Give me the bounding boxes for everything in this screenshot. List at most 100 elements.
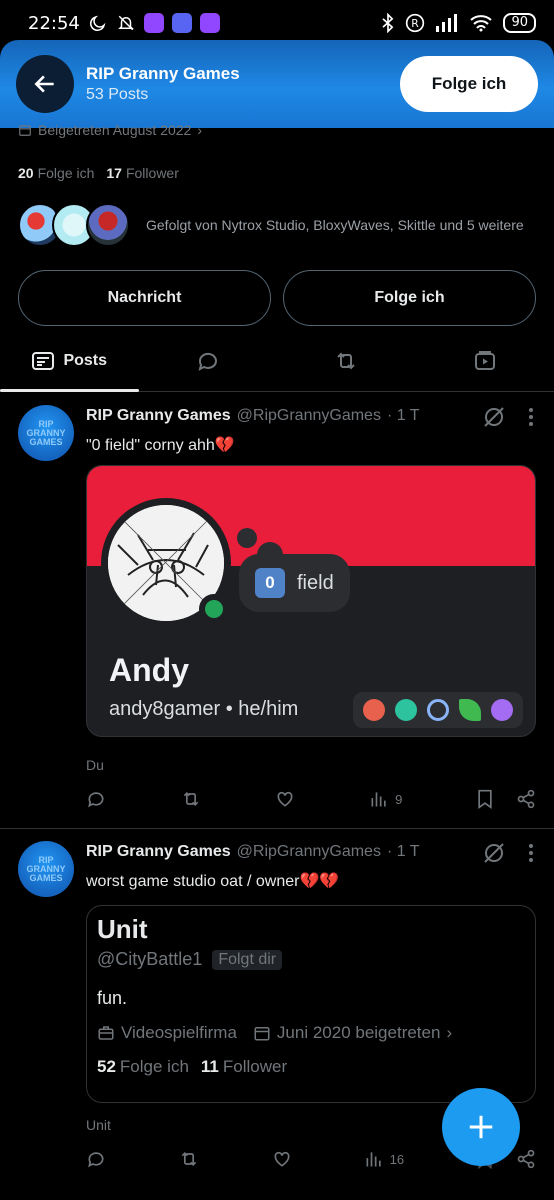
card-meta: Videospielfirma Juni 2020 beigetreten › (97, 1023, 525, 1043)
bluetooth-icon (381, 13, 395, 33)
post-text: worst game studio oat / owner💔💔 (86, 873, 340, 890)
discord-icon (171, 13, 192, 33)
battery-level: 90 (503, 13, 536, 33)
custom-status: 0 field (239, 554, 350, 612)
post[interactable]: RIP GRANNY GAMES RIP Granny Games @RipGr… (0, 393, 554, 829)
post-header: RIP Granny Games @RipGrannyGames · 1 T (86, 407, 420, 425)
header-follow-button[interactable]: Folge ich (400, 56, 538, 112)
badge-row (353, 692, 523, 728)
avatar (86, 203, 130, 247)
back-button[interactable] (16, 55, 74, 113)
views-icon (371, 792, 386, 807)
media-icon (474, 350, 495, 370)
header-title: RIP Granny Games (86, 64, 240, 83)
more-options-icon[interactable] (528, 407, 534, 427)
profile-actions: Nachricht Folge ich (18, 270, 536, 326)
plus-icon (469, 1115, 493, 1139)
username-pronouns: andy8gamer • he/him (109, 698, 299, 720)
follows-you-badge: Folgt dir (212, 949, 283, 970)
wifi-icon (469, 14, 493, 32)
post-author-avatar[interactable]: RIP GRANNY GAMES (18, 405, 74, 461)
followers-stat[interactable]: 17 Follower (106, 165, 178, 181)
profile-stats: 20 Folge ich 17 Follower (18, 165, 179, 181)
post-author-name[interactable]: RIP Granny Games (86, 407, 231, 425)
repost-button[interactable] (178, 1149, 200, 1169)
card-bio: fun. (97, 988, 128, 1008)
grok-icon[interactable] (482, 405, 506, 429)
follow-button[interactable]: Folge ich (283, 270, 536, 326)
grok-icon[interactable] (482, 841, 506, 865)
joined-text: Beigetreten August 2022 (38, 122, 192, 138)
briefcase-icon (98, 1026, 114, 1040)
post-author-avatar[interactable]: RIP GRANNY GAMES (18, 841, 74, 897)
chevron-right-icon: › (197, 122, 203, 138)
twitch-icon (143, 13, 164, 33)
more-options-icon[interactable] (528, 843, 534, 863)
tab-replies[interactable] (139, 330, 278, 391)
posts-icon (32, 351, 55, 370)
hashtag-badge-icon (395, 699, 417, 721)
tab-label: Posts (63, 351, 108, 369)
hypesquad-badge-icon (363, 699, 385, 721)
tab-media[interactable] (416, 330, 554, 391)
views-button[interactable]: 16 (364, 1149, 404, 1169)
embedded-profile-card[interactable]: Unit @CityBattle1 Folgt dir fun. Videosp… (86, 905, 536, 1103)
views-count: 9 (395, 791, 403, 807)
post-time: · 1 T (386, 407, 420, 424)
post-time: · 1 T (386, 843, 420, 860)
post-caption: Unit (86, 1117, 111, 1133)
followed-by-text: Gefolgt von Nytrox Studio, BloxyWaves, S… (146, 217, 524, 233)
share-icon[interactable] (516, 1149, 536, 1169)
views-count: 16 (389, 1151, 405, 1167)
svg-text:R: R (412, 17, 420, 30)
views-icon (366, 1152, 381, 1167)
followed-by-row[interactable]: Gefolgt von Nytrox Studio, BloxyWaves, S… (18, 203, 524, 247)
keycap-zero-icon: 0 (255, 568, 285, 598)
reply-icon (198, 352, 217, 371)
like-button[interactable] (275, 789, 295, 809)
joined-date: Beigetreten August 2022 › (18, 122, 202, 138)
profile-header: RIP Granny Games 53 Posts Folge ich (0, 40, 554, 128)
custom-status-text: field (297, 571, 334, 594)
tab-reposts[interactable] (277, 330, 416, 391)
reply-button[interactable] (86, 789, 106, 809)
header-post-count: 53 Posts (86, 86, 149, 103)
post-author-handle: @RipGrannyGames (236, 407, 381, 424)
repost-icon (183, 791, 198, 807)
arrow-left-icon (34, 75, 54, 93)
online-status-icon (199, 594, 229, 624)
message-button[interactable]: Nachricht (18, 270, 271, 326)
laurel-badge-icon (427, 699, 449, 721)
calendar-icon (18, 123, 32, 137)
card-stats: 52 Folge ich 11 Follower (97, 1057, 525, 1077)
reply-icon (88, 792, 104, 808)
post-author-name[interactable]: RIP Granny Games (86, 843, 231, 861)
tab-posts[interactable]: Posts (0, 330, 139, 392)
leaf-badge-icon (459, 699, 481, 721)
twitch-icon (199, 13, 220, 33)
like-button[interactable] (272, 1149, 292, 1169)
post-header: RIP Granny Games @RipGrannyGames · 1 T (86, 843, 420, 861)
views-button[interactable]: 9 (369, 789, 402, 809)
card-joined: Juni 2020 beigetreten (276, 1023, 441, 1042)
profile-tabs: Posts (0, 330, 554, 392)
signal-icon (435, 14, 459, 32)
chevron-right-icon: › (446, 1023, 453, 1042)
post-caption: Du (86, 757, 104, 773)
heart-icon (274, 1151, 290, 1167)
moon-icon (88, 13, 108, 33)
card-following: 52 Folge ich (97, 1057, 189, 1076)
display-name: Andy (109, 652, 189, 688)
embedded-image[interactable]: 0 field Andy andy8gamer • he/him (86, 465, 536, 737)
repost-button[interactable] (180, 789, 202, 809)
card-handle: @CityBattle1 (97, 949, 203, 969)
nitro-badge-icon (491, 699, 513, 721)
following-stat[interactable]: 20 Folge ich (18, 165, 94, 181)
status-time: 22:54 (28, 12, 80, 34)
compose-button[interactable] (442, 1088, 520, 1166)
share-icon[interactable] (516, 789, 536, 809)
reply-icon (88, 1152, 104, 1168)
bookmark-icon[interactable] (476, 789, 494, 809)
reply-button[interactable] (86, 1149, 106, 1169)
card-followers: 11 Follower (200, 1057, 288, 1076)
